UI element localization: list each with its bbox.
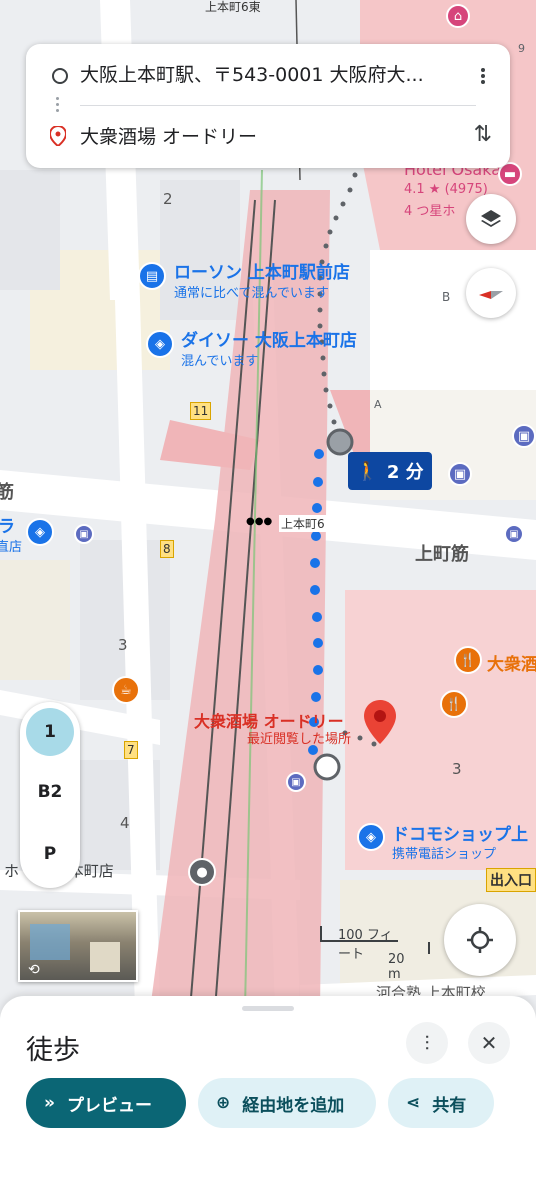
hotel-top-icon[interactable]: ⌂ bbox=[446, 4, 470, 28]
more-options-icon[interactable] bbox=[478, 66, 488, 88]
my-location-button[interactable] bbox=[444, 904, 516, 976]
bus-stop-icon-left[interactable]: ▣ bbox=[74, 524, 94, 544]
layers-icon bbox=[481, 210, 501, 227]
exit-number: 8 bbox=[160, 540, 174, 558]
lawson-crowd: 通常に比べて混んでいます bbox=[174, 286, 329, 301]
bus-stop-icon[interactable]: ▣ bbox=[286, 772, 306, 792]
fast-forward-icon: » bbox=[44, 1093, 55, 1113]
floor-1-button[interactable]: 1 bbox=[26, 708, 74, 756]
compass-icon bbox=[479, 291, 503, 299]
marker-a: A bbox=[374, 398, 382, 411]
crosshair-icon bbox=[467, 927, 493, 953]
close-icon: ✕ bbox=[480, 1031, 498, 1055]
origin-row[interactable]: 大阪上本町駅、〒543-0001 大阪府大... bbox=[26, 44, 510, 104]
walk-time-text: 2 分 bbox=[386, 462, 424, 483]
street-left-fragment: 筋 bbox=[0, 482, 14, 503]
route-search-card: 大阪上本町駅、〒543-0001 大阪府大... 大衆酒場 オードリー ⇅ bbox=[26, 44, 510, 168]
rotate-360-icon: ⟲ bbox=[28, 962, 40, 978]
close-button[interactable]: ✕ bbox=[468, 1022, 510, 1064]
train-station-icon[interactable]: ▣ bbox=[448, 462, 472, 486]
origin-text[interactable]: 大阪上本町駅、〒543-0001 大阪府大... bbox=[80, 60, 460, 87]
exit-label: 出入口 bbox=[486, 868, 536, 892]
marker-9: 9 bbox=[518, 42, 525, 55]
left-poi-sub-fragment: 直店 bbox=[0, 540, 23, 555]
restaurant-icon[interactable]: 🍴 bbox=[454, 646, 482, 674]
swap-icon[interactable]: ⇅ bbox=[474, 122, 492, 147]
origin-circle-icon bbox=[52, 68, 68, 84]
traffic-light-icon: ●●● bbox=[246, 516, 273, 527]
add-stop-button[interactable]: ⊕ 経由地を追加 bbox=[198, 1078, 376, 1128]
bus-stop-icon-right[interactable]: ▣ bbox=[504, 524, 524, 544]
bottom-sheet: 徒歩 ⫶ ✕ » プレビュー ⊕ 経由地を追加 ⋖ 共有 bbox=[0, 996, 536, 1200]
shopping-bag-icon-left[interactable]: ◈ bbox=[26, 518, 54, 546]
add-location-icon: ⊕ bbox=[216, 1093, 231, 1113]
sliders-icon: ⫶ bbox=[424, 1031, 430, 1055]
thumb-shelf bbox=[90, 942, 120, 972]
block-number: 3 bbox=[118, 636, 128, 654]
convenience-store-icon[interactable]: ▤ bbox=[138, 262, 166, 290]
floor-selector: 1 B2 P bbox=[20, 702, 80, 888]
cafe-icon[interactable]: ☕ bbox=[112, 676, 140, 704]
docomo-name[interactable]: ドコモショップ上 bbox=[392, 820, 528, 845]
intersection-label: 上本町6 bbox=[279, 515, 327, 532]
docomo-sub: 携帯電話ショップ bbox=[392, 847, 497, 862]
destination-sub: 最近閲覧した場所 bbox=[247, 732, 352, 747]
block-number: 4 bbox=[120, 814, 130, 832]
walking-person-icon: 🚶 bbox=[356, 460, 379, 482]
layers-button[interactable] bbox=[466, 194, 516, 244]
share-button[interactable]: ⋖ 共有 bbox=[388, 1078, 494, 1128]
restaurant-name[interactable]: 大衆酒 bbox=[487, 650, 536, 675]
hotel-rating: 4.1 ★ (4975) bbox=[404, 182, 488, 197]
lawson-name[interactable]: ローソン 上本町駅前店 bbox=[174, 258, 350, 283]
walk-time-badge[interactable]: 🚶 2 分 bbox=[348, 452, 432, 490]
block-number: 2 bbox=[163, 190, 173, 208]
preview-button[interactable]: » プレビュー bbox=[26, 1078, 186, 1128]
place-dot-icon[interactable]: ● bbox=[188, 858, 216, 886]
thumb-poster bbox=[30, 924, 70, 960]
daiso-name[interactable]: ダイソー 大阪上本町店 bbox=[181, 326, 357, 351]
destination-text[interactable]: 大衆酒場 オードリー bbox=[80, 122, 460, 149]
shopping-bag-icon[interactable]: ◈ bbox=[146, 330, 174, 358]
destination-pin-icon[interactable] bbox=[364, 700, 396, 744]
options-button[interactable]: ⫶ bbox=[406, 1022, 448, 1064]
drag-handle[interactable] bbox=[242, 1006, 294, 1011]
share-label: 共有 bbox=[432, 1095, 467, 1116]
train-station-icon-right[interactable]: ▣ bbox=[512, 424, 536, 448]
preview-label: プレビュー bbox=[66, 1095, 152, 1116]
scale-bar: 100 フィート 20 m bbox=[320, 926, 430, 982]
daiso-crowd: 混んでいます bbox=[181, 354, 259, 369]
street-name: 上町筋 bbox=[415, 544, 469, 565]
exit-number: 11 bbox=[190, 402, 212, 420]
floor-p-button[interactable]: P bbox=[26, 830, 74, 878]
left-poi-fragment: ラ bbox=[0, 517, 15, 537]
destination-row[interactable]: 大衆酒場 オードリー ⇅ bbox=[26, 106, 510, 166]
mode-title: 徒歩 bbox=[26, 1035, 80, 1066]
street-view-thumbnail[interactable]: ⟲ bbox=[18, 910, 138, 982]
compass-button[interactable] bbox=[466, 268, 516, 318]
marker-b: B bbox=[442, 290, 451, 304]
shopping-bag-icon-docomo[interactable]: ◈ bbox=[357, 823, 385, 851]
restaurant-icon-2[interactable]: 🍴 bbox=[440, 690, 468, 718]
intersection-label-top: 上本町6東 bbox=[205, 0, 261, 14]
hotel-stars: 4 つ星ホ bbox=[404, 204, 456, 219]
destination-pin-small-icon bbox=[48, 124, 68, 150]
add-stop-label: 経由地を追加 bbox=[242, 1095, 345, 1116]
floor-b2-button[interactable]: B2 bbox=[26, 768, 74, 816]
share-icon: ⋖ bbox=[406, 1093, 421, 1113]
scale-m: 20 m bbox=[388, 952, 405, 982]
block-number: 3 bbox=[452, 760, 462, 778]
exit-number: 7 bbox=[124, 741, 138, 759]
